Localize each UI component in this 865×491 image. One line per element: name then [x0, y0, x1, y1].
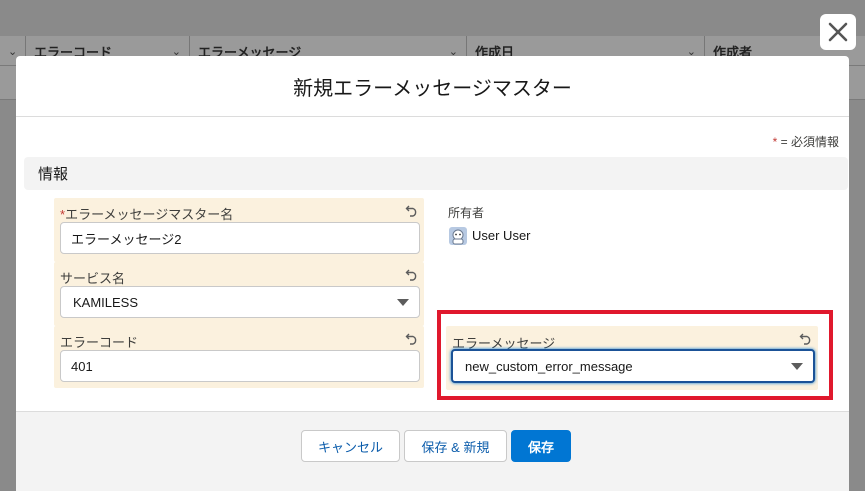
save-button[interactable]: 保存 [511, 430, 571, 462]
owner-label: 所有者 [448, 206, 485, 220]
highlight-annotation [437, 310, 833, 400]
cancel-button[interactable]: キャンセル [301, 430, 400, 462]
caret-down-icon [397, 299, 409, 306]
undo-icon[interactable] [405, 267, 419, 281]
error-code-input[interactable]: 401 [60, 350, 420, 382]
undo-icon[interactable] [405, 331, 419, 345]
section-header-info[interactable]: 情報 [24, 157, 848, 190]
error-code-field-label: エラーコード [60, 335, 139, 350]
owner-name-link[interactable]: User User [472, 228, 531, 243]
close-icon [828, 22, 848, 42]
required-legend: * = 必須情報 [772, 135, 839, 149]
service-field-label: サービス名 [60, 271, 126, 286]
name-input[interactable]: エラーメッセージ2 [60, 222, 420, 254]
undo-icon[interactable] [405, 203, 419, 217]
modal-title: 新規エラーメッセージマスター [16, 56, 849, 117]
name-field-label: *エラーメッセージマスター名 [60, 207, 234, 222]
user-avatar-icon [449, 227, 467, 245]
new-record-modal: 新規エラーメッセージマスター * = 必須情報 情報 *エラーメッセージマスター… [16, 56, 849, 491]
service-select[interactable]: KAMILESS [60, 286, 420, 318]
service-select-value: KAMILESS [73, 294, 139, 310]
close-modal-button[interactable] [820, 14, 856, 50]
chevron-down-icon: ⌄ [8, 45, 18, 58]
save-and-new-button[interactable]: 保存 & 新規 [404, 430, 507, 462]
